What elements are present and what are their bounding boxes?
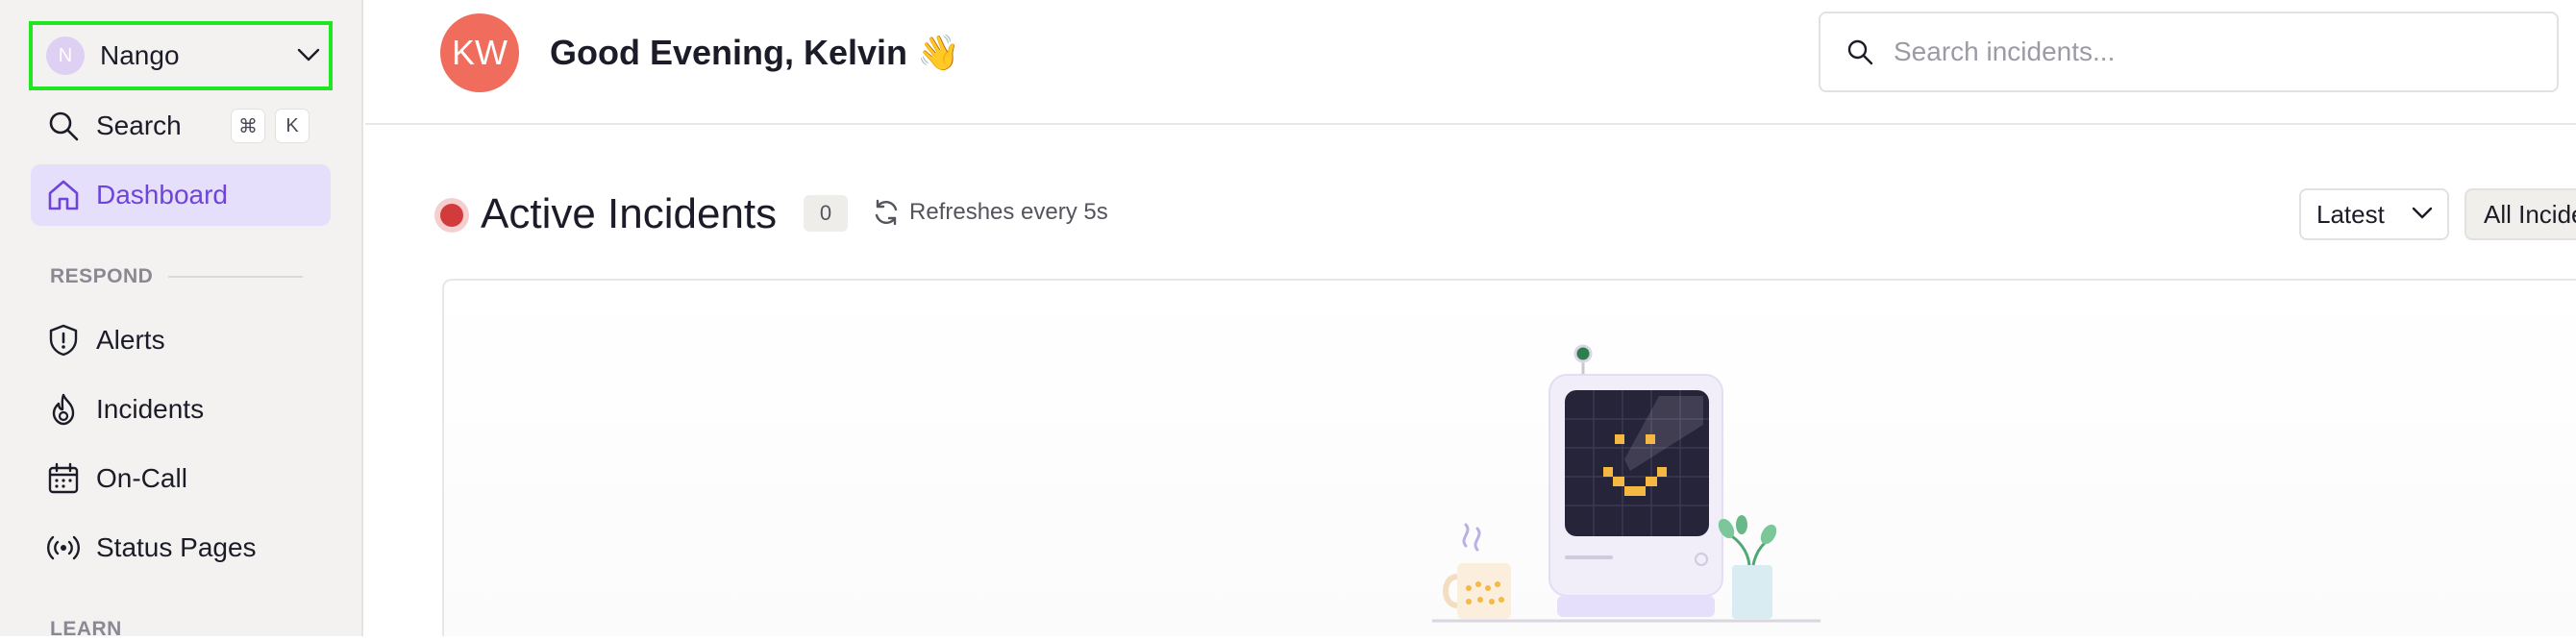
- sidebar-item-label: Incidents: [96, 394, 205, 424]
- sidebar-item-label: Alerts: [96, 325, 165, 355]
- sidebar-item-alerts[interactable]: Alerts: [31, 309, 331, 371]
- section-heading-respond: RESPOND: [50, 265, 304, 288]
- home-icon: [46, 178, 81, 212]
- shield-alert-icon: [46, 323, 81, 357]
- chevron-down-icon: [2412, 207, 2433, 219]
- shortcut-key-k: K: [275, 109, 310, 143]
- sidebar-item-on-call[interactable]: On-Call: [31, 448, 331, 509]
- sidebar-item-dashboard[interactable]: Dashboard: [31, 164, 331, 226]
- user-avatar[interactable]: KW: [440, 13, 519, 92]
- active-status-dot: [434, 198, 469, 233]
- empty-state-illustration: [1432, 344, 1821, 623]
- sidebar-item-label: Search: [96, 111, 182, 140]
- top-header: KW Good Evening, Kelvin 👋: [365, 0, 2576, 125]
- shortcut-key-cmd: ⌘: [231, 109, 265, 143]
- divider: [168, 276, 304, 278]
- incident-filter-button[interactable]: All Incidents: [2465, 188, 2576, 240]
- search-input[interactable]: [1892, 36, 2511, 68]
- chevron-down-icon: [297, 48, 320, 62]
- greeting: Good Evening, Kelvin 👋: [550, 33, 960, 72]
- broadcast-icon: [46, 530, 81, 565]
- incident-count-badge: 0: [804, 195, 848, 232]
- page-title: Active Incidents: [481, 190, 778, 237]
- sidebar: N Nango Search ⌘ K Dashboard RESPOND Ale…: [0, 0, 363, 640]
- sidebar-item-label: Status Pages: [96, 532, 257, 562]
- search-icon: [1847, 39, 1873, 65]
- calendar-icon: [46, 461, 81, 496]
- auto-refresh-indicator: Refreshes every 5s: [871, 197, 1108, 228]
- org-name: Nango: [100, 40, 180, 70]
- filter-label: All Incidents: [2484, 199, 2576, 229]
- section-heading-label: LEARN: [50, 618, 122, 640]
- sidebar-item-label: On-Call: [96, 463, 187, 493]
- sidebar-item-incidents[interactable]: Incidents: [31, 379, 331, 440]
- sort-select-value: Latest: [2316, 199, 2385, 229]
- refresh-label: Refreshes every 5s: [909, 199, 1108, 225]
- incident-search[interactable]: [1819, 12, 2559, 92]
- flame-icon: [46, 392, 81, 427]
- section-heading-learn: LEARN: [50, 618, 122, 641]
- sidebar-item-status-pages[interactable]: Status Pages: [31, 517, 331, 579]
- org-switcher[interactable]: N Nango: [29, 21, 333, 90]
- refresh-icon: [875, 199, 898, 226]
- sort-select[interactable]: Latest: [2299, 188, 2449, 240]
- sidebar-item-search[interactable]: Search ⌘ K: [31, 95, 331, 157]
- section-heading-label: RESPOND: [50, 265, 154, 287]
- search-icon: [46, 109, 81, 143]
- sidebar-item-label: Dashboard: [96, 180, 228, 210]
- org-avatar: N: [46, 37, 85, 75]
